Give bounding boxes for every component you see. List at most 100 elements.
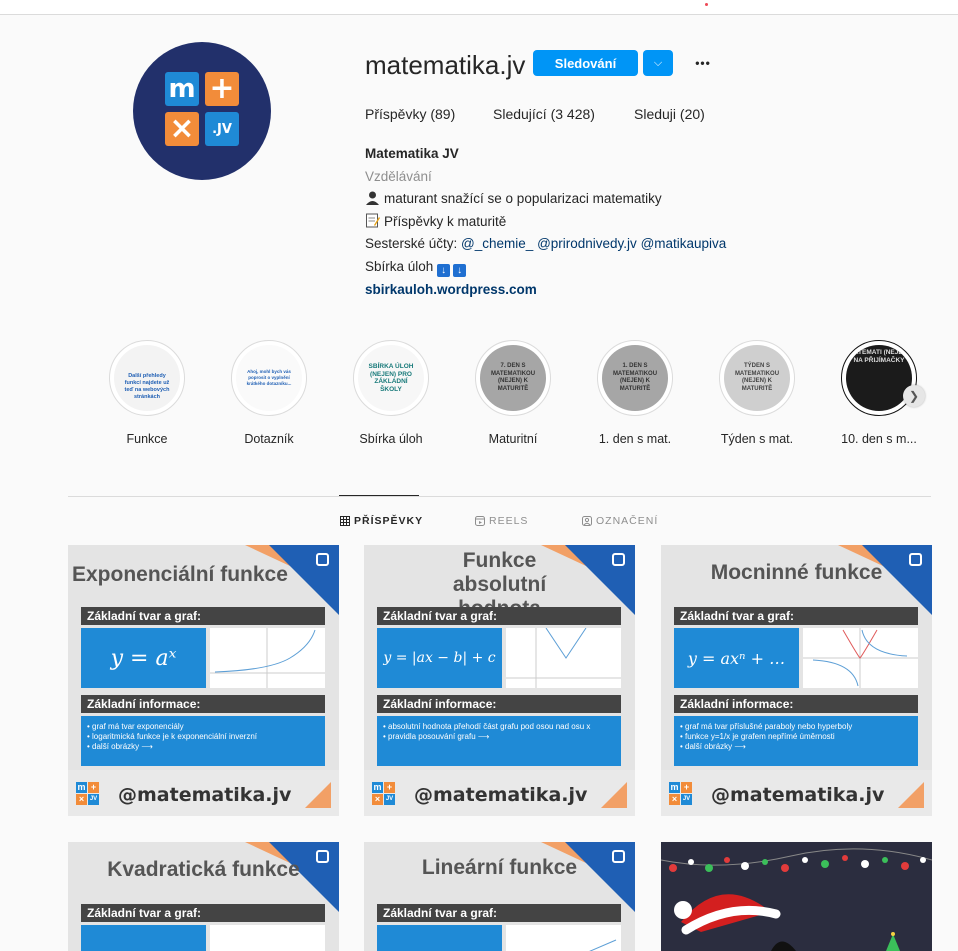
highlight-maturitni[interactable]: 7. DEN S MATEMATIKOU (NEJEN) K MATURITĚ … [474,340,552,446]
post-formula [377,925,502,951]
memo-icon [366,213,380,228]
post-title: Kvadratická funkce [107,858,300,881]
post-exponencialni[interactable]: Exponenciální funkce Základní tvar a gra… [68,545,339,816]
post-bar: Základní informace: [674,695,918,713]
tab-tagged[interactable]: OZNAČENÍ [582,515,658,527]
bio-website-link[interactable]: sbirkauloh.wordpress.com [365,279,726,302]
post-bar: Základní tvar a graf: [377,904,621,922]
active-tab-indicator [339,495,419,496]
tab-reels[interactable]: REELS [475,515,528,527]
highlight-label: Dotazník [244,432,294,446]
post-formula: y = axⁿ + … [674,628,799,688]
post-bar: Základní tvar a graf: [377,607,621,625]
post-absolutni-hodnota[interactable]: Funkce absolutní hodnota Základní tvar a… [364,545,635,816]
down-arrow-icon: ↓ [453,263,467,277]
mention-prirodnivedy[interactable]: @prirodnivedy.jv [537,236,637,251]
post-graph [803,628,918,688]
highlight-label: Maturitní [488,432,538,446]
post-formula [81,925,206,951]
post-christmas[interactable] [661,842,932,951]
post-linearni[interactable]: Lineární funkce Základní tvar a graf: [364,842,635,951]
profile-username: matematika.jv [365,50,526,80]
post-mocninne[interactable]: Mocninné funkce Základní tvar a graf: y … [661,545,932,816]
highlight-cover: 1. DEN S MATEMATIKOU (NEJEN) K MATURITĚ [602,345,668,411]
brand-logo: m + × JV [669,782,692,805]
highlight-cover: Další přehledy funkcí najdete už teď na … [114,345,180,411]
student-icon [366,191,379,206]
highlight-cover: Ahoj, mohl bych vás poprosit o vyplnění … [236,345,302,411]
post-info: • absolutní hodnota přehodí část grafu p… [377,716,621,766]
bio-name: Matematika JV [365,146,459,161]
highlight-label: 10. den s m... [841,432,917,446]
post-formula: y = aˣ [81,628,206,688]
highlight-label: Týden s mat. [720,432,794,446]
avatar-tile-plus: + [205,72,239,106]
bio-line-1: maturant snažící se o popularizaci matem… [365,188,726,211]
post-info: • graf má tvar exponenciály • logaritmic… [81,716,325,766]
post-bar: Základní tvar a graf: [674,607,918,625]
post-handle: @matematika.jv [414,784,588,806]
bio-line-4: Sbírka úloh ↓ ↓ [365,256,726,279]
following-button[interactable]: Sledování [533,50,638,76]
highlight-tyden[interactable]: TÝDEN S MATEMATIKOU (NEJEN) K MATURITĚ T… [718,340,796,446]
post-bar: Základní tvar a graf: [81,904,325,922]
triangle-icon [898,782,924,808]
post-graph [506,925,621,951]
post-bar: Základní tvar a graf: [81,607,325,625]
avatar-tile-jv: .JV [205,112,239,146]
post-graph [210,628,325,688]
post-kvadraticka[interactable]: Kvadratická funkce Základní tvar a graf: [68,842,339,951]
post-graph [506,627,621,688]
reels-icon [475,516,485,526]
bio-line-3: Sesterské účty: @_chemie_ @prirodnivedy.… [365,236,727,252]
tabs-divider [68,496,931,497]
more-options-button[interactable]: ••• [690,50,716,76]
chevron-right-icon: ❯ [908,389,920,403]
mention-matikaupiva[interactable]: @matikaupiva [641,236,727,251]
highlight-dotaznik[interactable]: Ahoj, mohl bych vás poprosit o vyplnění … [230,340,308,446]
highlight-label: 1. den s mat. [598,432,672,446]
post-bar: Základní informace: [377,695,621,713]
triangle-icon [601,782,627,808]
stat-following[interactable]: Sleduji (20) [634,106,705,122]
profile-avatar[interactable]: m + × .JV [133,42,271,180]
highlight-sbirka-uloh[interactable]: SBÍRKA ÚLOH (NEJEN) PRO ZÁKLADNÍ ŠKOLY S… [352,340,430,446]
bio-line-2: Příspěvky k maturitě [365,211,726,234]
suggestions-dropdown-button[interactable]: ⌵ [643,50,673,76]
notification-dot [705,3,708,6]
bio-category: Vzdělávání [365,168,432,184]
post-handle: @matematika.jv [711,784,885,806]
highlight-funkce[interactable]: Další přehledy funkcí najdete už teď na … [108,340,186,446]
chevron-down-icon: ⌵ [653,56,663,69]
post-title: Exponenciální funkce [72,563,288,586]
highlights-next-button[interactable]: ❯ [903,385,925,407]
profile-bio: Matematika JV Vzdělávání maturant snažíc… [365,143,726,301]
post-info: • graf má tvar příslušné paraboly nebo h… [674,716,918,766]
tab-posts[interactable]: PŘÍSPĚVKY [340,515,423,527]
stat-followers[interactable]: Sledující (3 428) [493,106,595,122]
avatar-tile-m: m [165,72,199,106]
highlight-cover: 7. DEN S MATEMATIKOU (NEJEN) K MATURITĚ [480,345,546,411]
highlight-label: Funkce [126,432,168,446]
highlight-cover: SBÍRKA ÚLOH (NEJEN) PRO ZÁKLADNÍ ŠKOLY [358,345,424,411]
brand-logo: m + × JV [76,782,99,805]
triangle-icon [305,782,331,808]
highlight-label: Sbírka úloh [359,432,423,446]
mention-chemie[interactable]: @_chemie_ [461,236,533,251]
highlight-cover: MATEMATI (NEJEN) NA PŘIJÍMAČKY [846,345,912,411]
top-bar [0,0,958,15]
down-arrow-icon: ↓ [437,263,451,277]
post-formula: y = |ax − b| + c [377,628,502,688]
post-handle: @matematika.jv [118,784,292,806]
stat-posts[interactable]: Příspěvky (89) [365,106,455,122]
christmas-image [661,848,932,951]
post-graph [210,925,325,951]
post-title: Mocninné funkce [710,561,883,584]
brand-logo: m + × JV [372,782,395,805]
avatar-tile-times: × [165,112,199,146]
grid-icon [340,516,350,526]
post-title: Lineární funkce [421,856,578,879]
highlight-cover: TÝDEN S MATEMATIKOU (NEJEN) K MATURITĚ [724,345,790,411]
more-icon: ••• [695,56,711,70]
highlight-1-den[interactable]: 1. DEN S MATEMATIKOU (NEJEN) K MATURITĚ … [596,340,674,446]
